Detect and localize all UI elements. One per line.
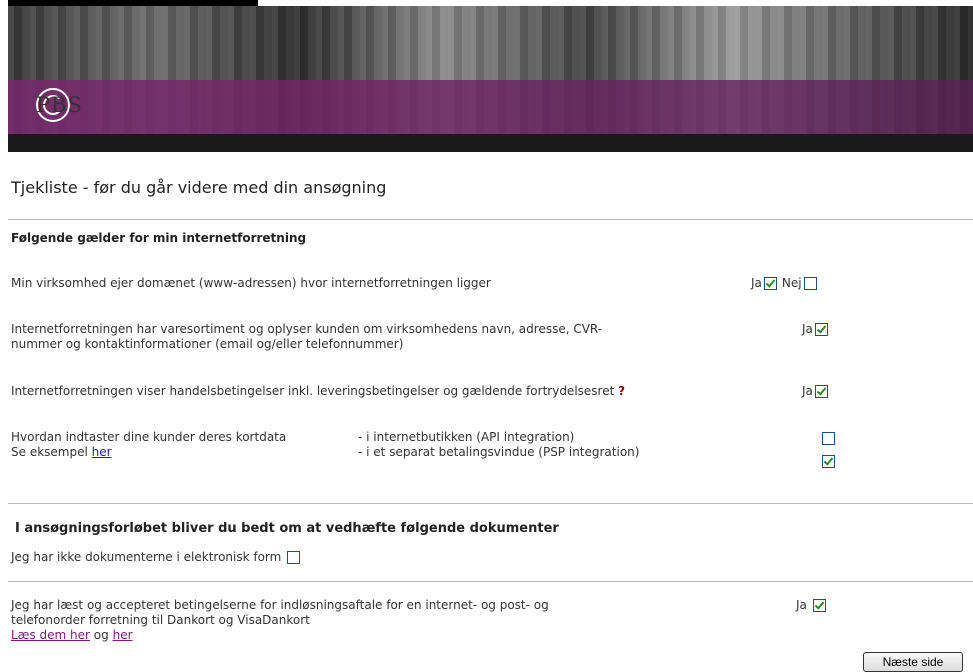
accept-links: Læs dem her og her (11, 628, 549, 643)
header-banner: PBS (8, 6, 973, 152)
accept-yes-checkbox[interactable] (812, 598, 826, 612)
q2-yes-checkbox[interactable] (814, 322, 828, 336)
q3-label: Internetforretningen viser handelsbeting… (11, 384, 615, 398)
no-docs-checkbox[interactable] (287, 550, 301, 564)
pbs-logo: PBS (36, 88, 82, 122)
q4-line1: Hvordan indtaster dine kunder deres kort… (11, 430, 287, 444)
pbs-logo-text: PBS (36, 92, 83, 117)
q3-text: Internetforretningen viser handelsbeting… (11, 384, 625, 399)
accept-line2: telefonorder forretning til Dankort og V… (11, 613, 310, 627)
q3-yes-checkbox[interactable] (814, 384, 828, 398)
q1-yes-label: Ja (751, 276, 762, 290)
banner-ground (8, 134, 973, 152)
q3-yes-label: Ja (802, 384, 813, 398)
q2-answers: Ja (802, 322, 828, 336)
accept-text: Jeg har læst og accepteret betingelserne… (11, 598, 549, 643)
help-icon[interactable]: ? (618, 384, 625, 398)
section1-heading: Følgende gælder for min internetforretni… (11, 231, 307, 245)
accept-and: og (93, 628, 109, 642)
q1-answers: Ja Nej (751, 276, 817, 290)
terms-link[interactable]: Læs dem her (11, 628, 90, 642)
accept-line1: Jeg har læst og accepteret betingelserne… (11, 598, 549, 612)
no-docs-row: Jeg har ikke dokumenterne i elektronisk … (11, 550, 301, 564)
q2-line1: Internetforretningen har varesortiment o… (11, 322, 603, 336)
q2-line2: nummer og kontaktinformationer (email og… (11, 337, 404, 351)
api-integration-checkbox[interactable] (822, 432, 835, 445)
accept-answers: Ja (796, 598, 826, 612)
terms-link-2[interactable]: her (113, 628, 133, 642)
q1-no-label: Nej (781, 276, 802, 290)
no-docs-label: Jeg har ikke dokumenterne i elektronisk … (11, 550, 282, 564)
page-title: Tjekliste - før du går videre med din an… (11, 178, 387, 197)
divider (8, 503, 973, 504)
divider (8, 219, 973, 220)
q4-example: Se eksempel her (11, 445, 286, 460)
example-link[interactable]: her (92, 445, 112, 459)
q4-options: - i internetbutikken (API integration) -… (358, 430, 639, 460)
q4-question: Hvordan indtaster dine kunder deres kort… (11, 430, 286, 460)
accept-yes-label: Ja (796, 598, 807, 612)
q4-opt2: - i et separat betalingsvindue (PSP inte… (358, 445, 640, 459)
q3-answers: Ja (802, 384, 828, 398)
q1-text: Min virksomhed ejer domænet (www-adresse… (11, 276, 491, 290)
next-page-button[interactable]: Næste side (863, 652, 963, 672)
q4-example-prefix: Se eksempel (11, 445, 88, 459)
psp-integration-checkbox[interactable] (822, 455, 835, 468)
q2-text: Internetforretningen har varesortiment o… (11, 322, 602, 352)
q2-yes-label: Ja (802, 322, 813, 336)
divider (8, 581, 973, 582)
q1-no-checkbox[interactable] (803, 276, 817, 290)
banner-purple-band (8, 80, 973, 136)
q4-opt1: - i internetbutikken (API integration) (358, 430, 575, 444)
section2-heading: I ansøgningsforløbet bliver du bedt om a… (15, 521, 559, 536)
q1-yes-checkbox[interactable] (763, 276, 777, 290)
